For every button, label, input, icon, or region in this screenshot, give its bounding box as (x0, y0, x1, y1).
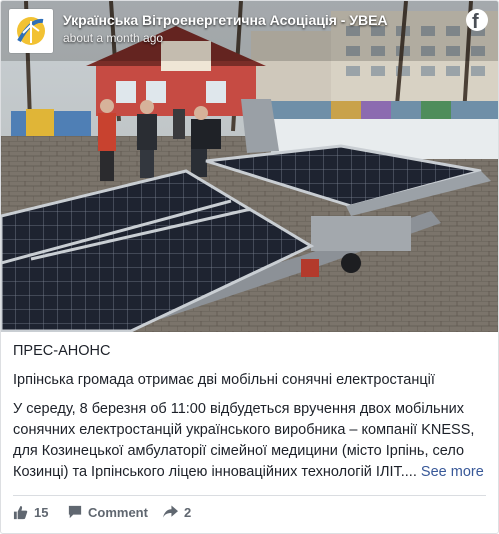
divider (13, 495, 486, 496)
post-text: ПРЕС-АНОНС Ірпінська громада отримає дві… (13, 341, 491, 483)
logo-icon[interactable] (9, 9, 53, 53)
comment-icon (68, 505, 82, 519)
post-subheading: Ірпінська громада отримає дві мобільні с… (13, 372, 435, 388)
post-heading: ПРЕС-АНОНС (13, 343, 111, 359)
post-card: Українська Вітроенергетична Асоціація - … (0, 0, 499, 534)
uvea-logo-graphic (12, 12, 50, 50)
comment-button[interactable]: Comment (68, 505, 163, 520)
like-button[interactable]: 15 (13, 505, 68, 520)
share-count: 2 (184, 504, 192, 520)
post-header: Українська Вітроенергетична Асоціація - … (1, 1, 498, 61)
share-icon (163, 505, 178, 518)
page-name[interactable]: Українська Вітроенергетична Асоціація - … (63, 12, 388, 28)
share-button[interactable]: 2 (163, 505, 191, 520)
like-icon (13, 505, 28, 519)
comment-label: Comment (88, 504, 148, 520)
facebook-icon[interactable]: f (466, 9, 488, 33)
post-body: У середу, 8 березня об 11:00 відбудеться… (13, 401, 475, 480)
like-count: 15 (34, 504, 49, 520)
post-body-container: У середу, 8 березня об 11:00 відбудеться… (13, 399, 491, 483)
post-time[interactable]: about a month ago (63, 31, 163, 45)
see-more-link[interactable]: See more (421, 464, 484, 480)
action-bar: 15 Comment 2 (13, 502, 191, 522)
